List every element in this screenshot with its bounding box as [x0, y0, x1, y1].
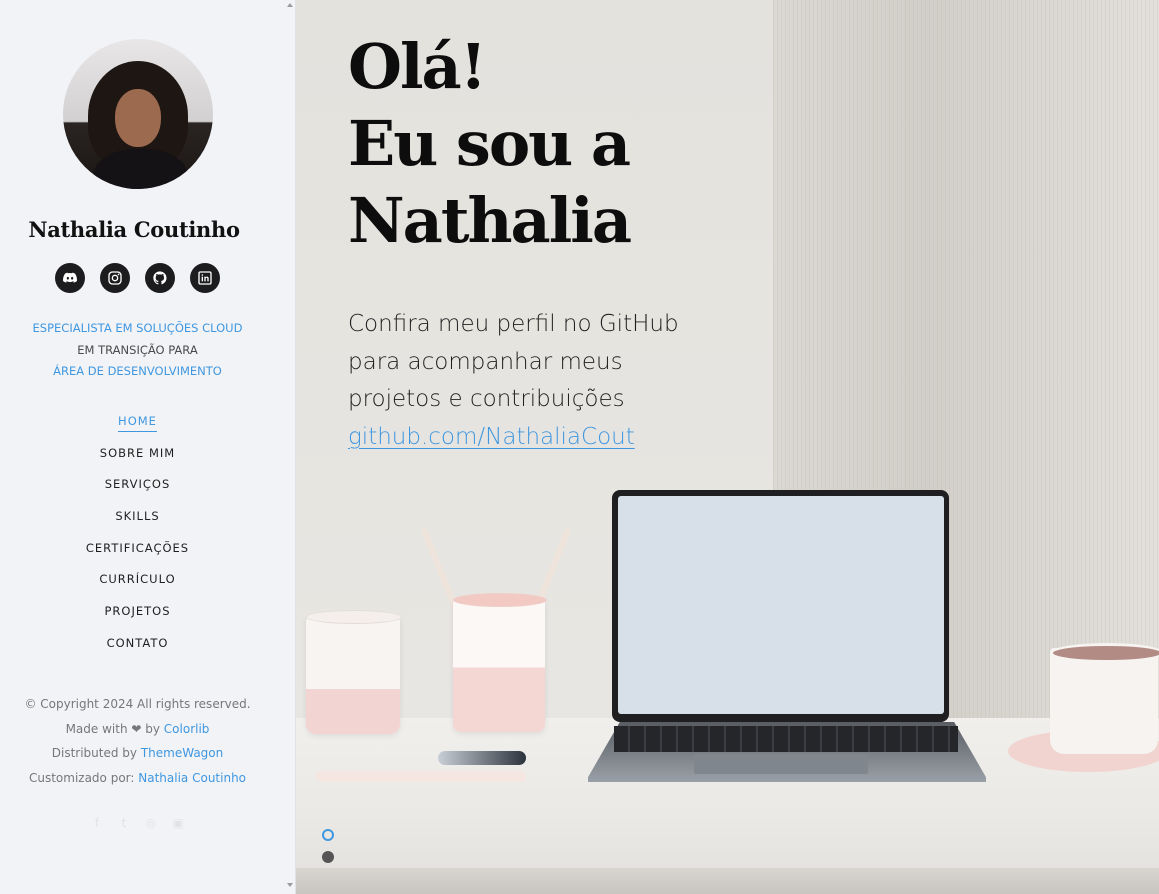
hero-pen: [438, 751, 526, 765]
discord-icon: [63, 272, 77, 283]
nav-item-servicos[interactable]: SERVIÇOS: [0, 473, 275, 505]
nav-item-projetos[interactable]: PROJETOS: [0, 600, 275, 632]
hero-mug: [1050, 643, 1159, 754]
hero-laptop-trackpad: [694, 754, 868, 774]
scroll-up-arrow-icon[interactable]: [287, 3, 293, 7]
linkedin-faint-icon[interactable]: ▣: [171, 816, 185, 830]
discord-button[interactable]: [55, 263, 85, 293]
nav-item-label: SOBRE MIM: [99, 445, 176, 460]
profile-name: Nathalia Coutinho: [28, 217, 240, 242]
github-icon: [153, 271, 167, 285]
facebook-icon[interactable]: f: [90, 816, 104, 830]
avatar: [63, 39, 213, 189]
tagline-line-2: EM TRANSIÇÃO PARA: [77, 342, 198, 357]
customized-line: Customizado por: Nathalia Coutinho: [0, 766, 275, 791]
tagline: ESPECIALISTA EM SOLUÇÕES CLOUD EM TRANSI…: [0, 318, 275, 383]
hero-text-line-2: para acompanhar meus: [348, 348, 623, 375]
github-button[interactable]: [145, 263, 175, 293]
instagram-button[interactable]: [100, 263, 130, 293]
nav-item-label: SKILLS: [115, 509, 160, 524]
hero-laptop-display: [618, 496, 944, 714]
hero-desk-edge: [296, 868, 1159, 894]
nav-item-home[interactable]: HOME: [0, 410, 275, 442]
nav-item-label: SERVIÇOS: [104, 477, 171, 492]
sidebar: Nathalia Coutinho ESPECIALISTA EM SOLUÇÕ…: [0, 0, 296, 894]
themewagon-link[interactable]: ThemeWagon: [141, 746, 223, 760]
distributed-text: Distributed by: [51, 746, 138, 760]
hero-description: Confira meu perfil no GitHub para acompa…: [348, 306, 708, 456]
slider-dot-active[interactable]: [322, 829, 334, 841]
hero-greeting: Olá!: [348, 30, 487, 103]
tagline-line-1: ESPECIALISTA EM SOLUÇÕES CLOUD: [32, 321, 243, 335]
instagram-icon: [108, 271, 122, 285]
nav-item-label: HOME: [118, 411, 157, 432]
avatar-body: [93, 149, 188, 189]
social-links: [55, 263, 220, 293]
nav-item-certificacoes[interactable]: CERTIFICAÇÕES: [0, 537, 275, 569]
made-with-line: Made with ❤ by Colorlib: [0, 717, 275, 742]
nav-item-sobre-mim[interactable]: SOBRE MIM: [0, 442, 275, 474]
instagram-faint-icon[interactable]: ◎: [144, 816, 158, 830]
nav-item-contato[interactable]: CONTATO: [0, 632, 275, 664]
github-profile-link[interactable]: github.com/NathaliaCout: [348, 424, 635, 450]
hero-section: Olá! Eu sou a Nathalia Confira meu perfi…: [296, 0, 1159, 894]
hero-text-line-1: Confira meu perfil no GitHub: [348, 311, 679, 337]
twitter-icon[interactable]: t: [117, 816, 131, 830]
linkedin-button[interactable]: [190, 263, 220, 293]
sidebar-footer: © Copyright 2024 All rights reserved. Ma…: [0, 692, 275, 790]
hero-cup: [306, 610, 402, 734]
colorlib-link[interactable]: Colorlib: [164, 722, 210, 736]
copyright-text: © Copyright 2024 All rights reserved.: [24, 697, 251, 711]
tagline-line-3: ÁREA DE DESENVOLVIMENTO: [53, 364, 222, 378]
scroll-down-arrow-icon[interactable]: [287, 883, 293, 887]
hero-text-line-3: projetos e contribuições: [348, 386, 625, 412]
nav-item-label: PROJETOS: [104, 604, 171, 619]
avatar-face: [115, 89, 161, 147]
nav-item-label: CURRÍCULO: [99, 572, 176, 587]
sidebar-scrollbar[interactable]: [285, 0, 295, 894]
author-link[interactable]: Nathalia Coutinho: [138, 771, 246, 785]
hero-stylus: [316, 771, 526, 782]
slider-dot[interactable]: [322, 851, 334, 863]
nav-item-curriculo[interactable]: CURRÍCULO: [0, 568, 275, 600]
hero-pen-holder: [453, 593, 547, 732]
hero-line-2: Eu sou a: [348, 107, 631, 180]
linkedin-icon: [198, 271, 212, 285]
main-nav: HOME SOBRE MIM SERVIÇOS SKILLS CERTIFICA…: [0, 410, 275, 664]
nav-item-label: CERTIFICAÇÕES: [85, 540, 190, 555]
hero-title: Olá! Eu sou a Nathalia: [348, 28, 632, 259]
made-with-text: Made with ❤ by: [65, 721, 160, 736]
nav-item-label: CONTATO: [106, 635, 169, 650]
hero-laptop-keyboard: [614, 726, 958, 752]
distributed-line: Distributed by ThemeWagon: [0, 741, 275, 766]
customized-text: Customizado por:: [28, 770, 135, 785]
hero-line-3: Nathalia: [348, 184, 632, 257]
faint-social-icons: f t ◎ ▣: [90, 816, 185, 830]
nav-item-skills[interactable]: SKILLS: [0, 505, 275, 537]
